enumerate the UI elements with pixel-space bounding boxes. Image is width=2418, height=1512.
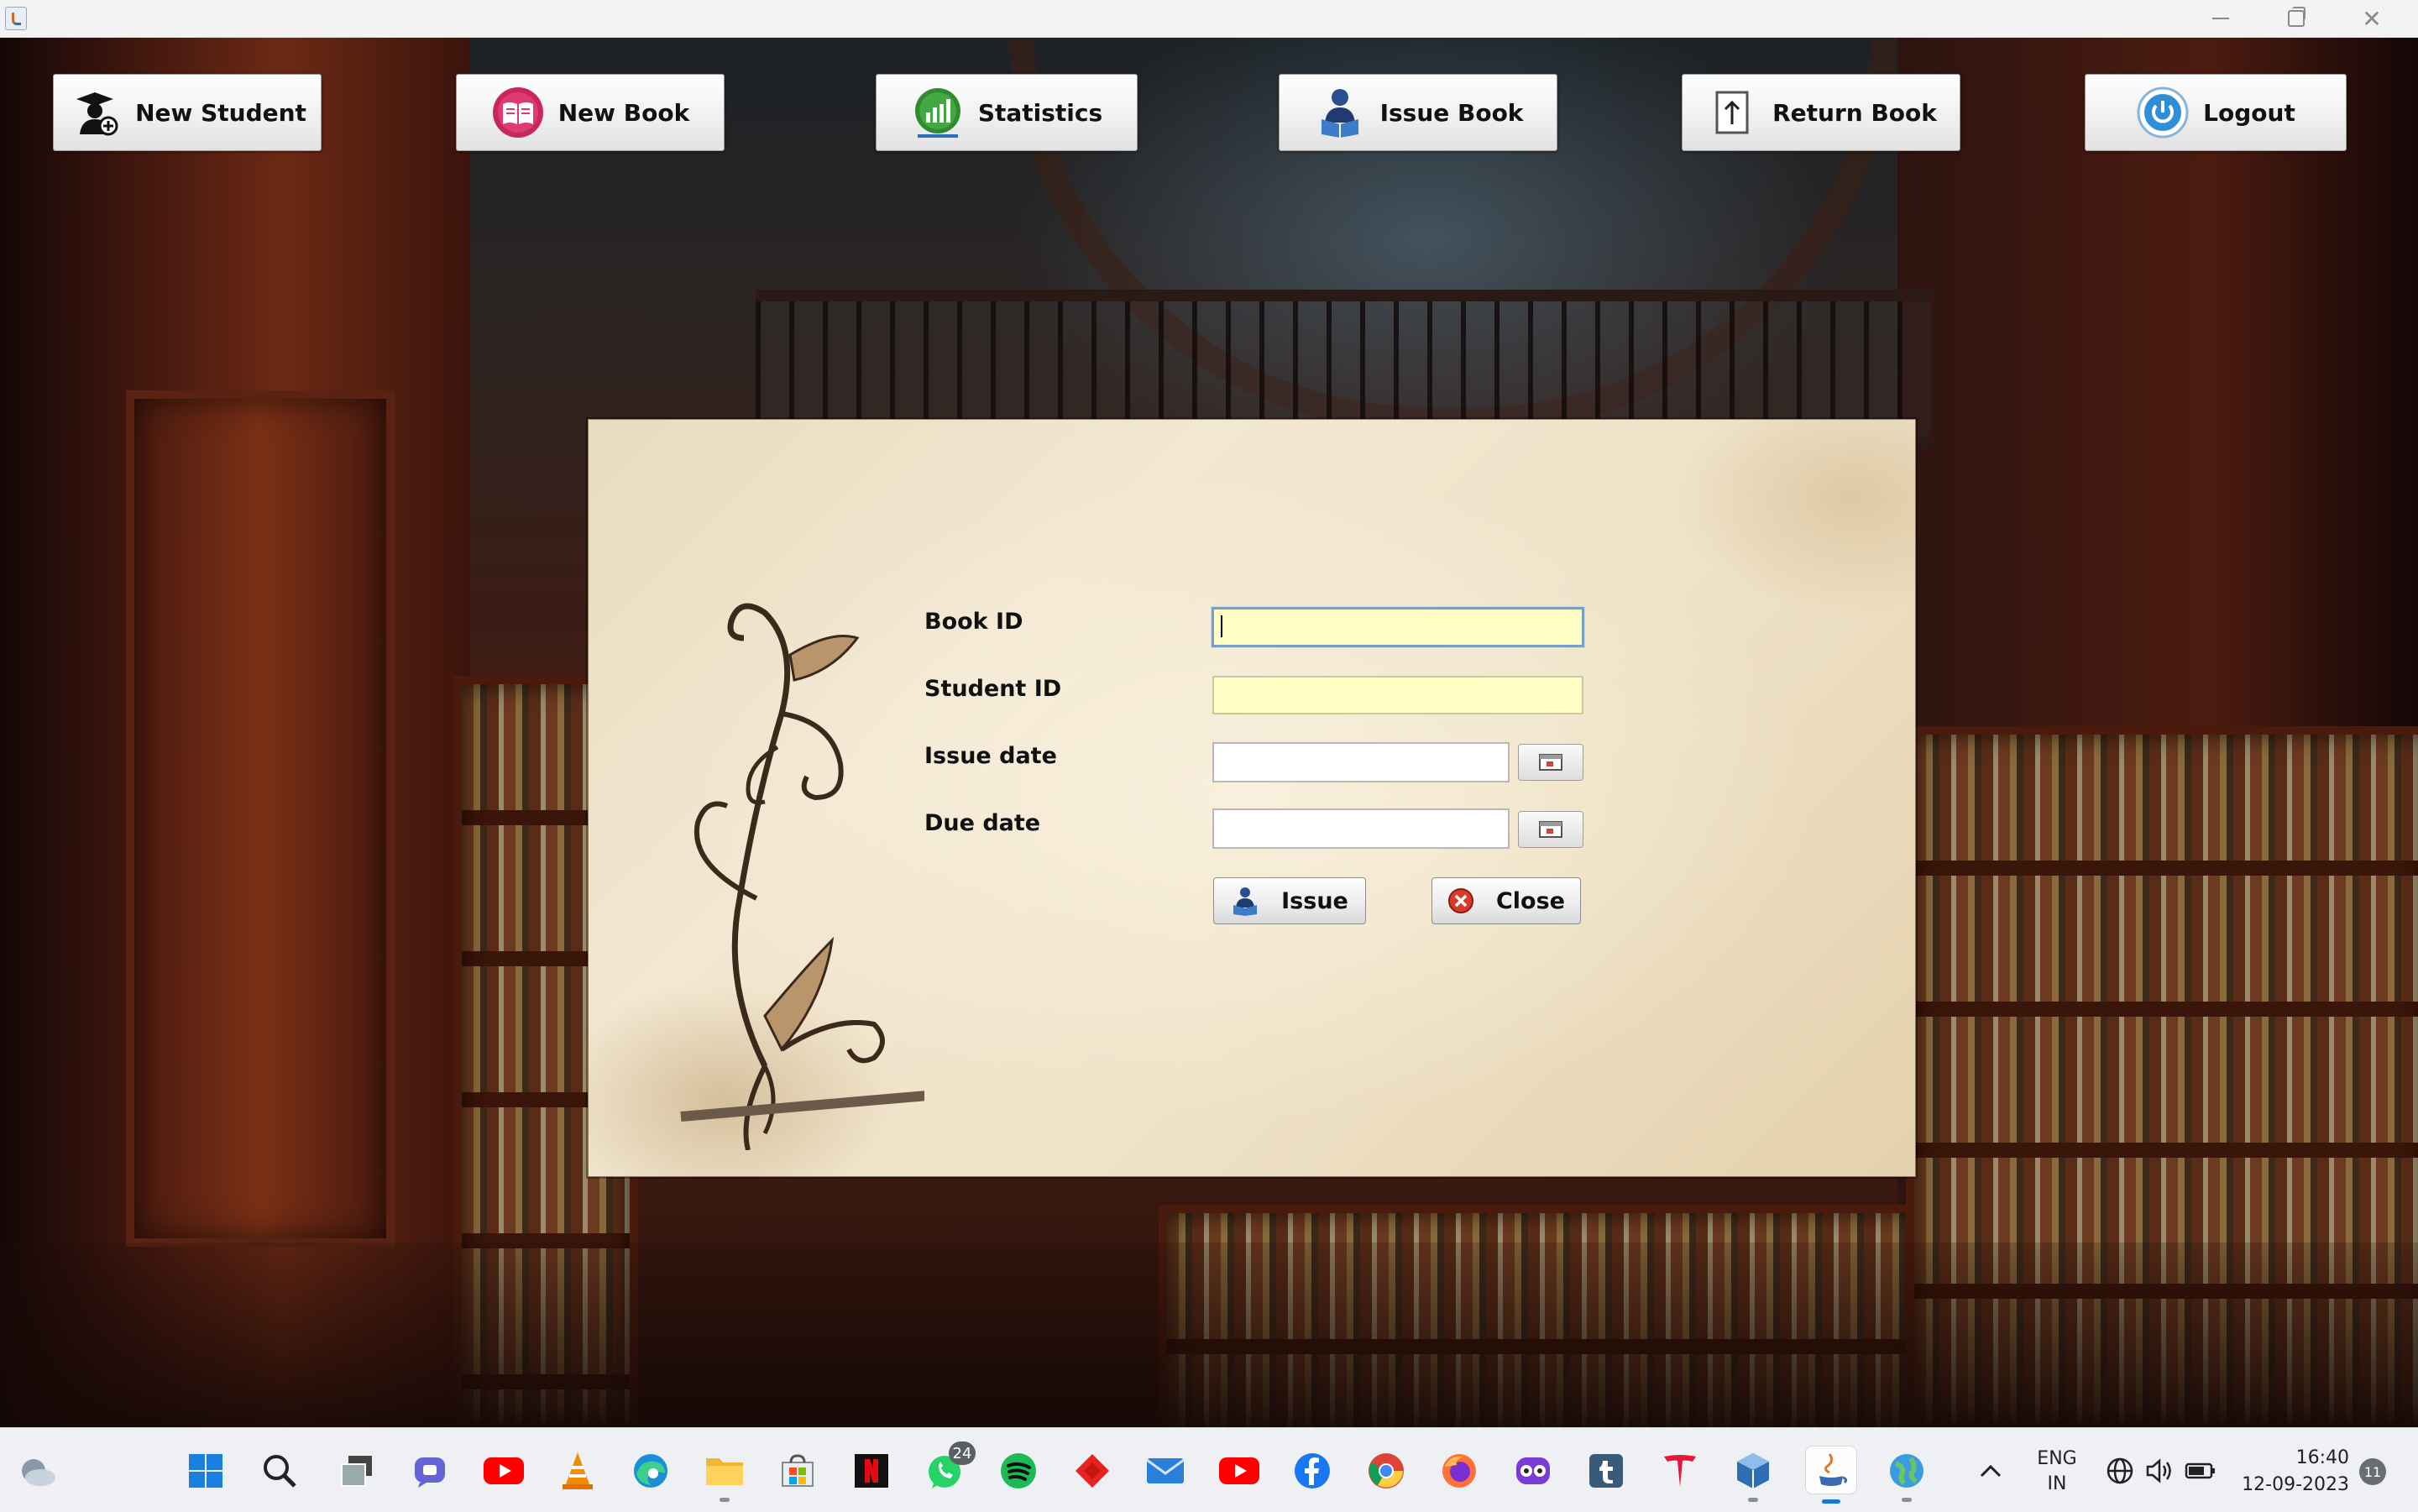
- decorative-flourish: [680, 603, 924, 1150]
- language-indicator[interactable]: ENG IN: [2023, 1447, 2091, 1497]
- close-button[interactable]: Close: [1431, 877, 1581, 924]
- book-id-input[interactable]: [1212, 607, 1584, 647]
- bg-floor: [0, 1243, 2418, 1427]
- virtualbox-icon[interactable]: [1732, 1450, 1774, 1502]
- incognito-mask-icon[interactable]: [1512, 1450, 1554, 1492]
- minimize-button[interactable]: [2183, 0, 2258, 37]
- issue-button[interactable]: Issue: [1213, 877, 1366, 924]
- close-window-button[interactable]: ✕: [2334, 0, 2410, 37]
- student-id-input[interactable]: [1212, 676, 1583, 714]
- clock[interactable]: 16:40 12-09-2023: [2225, 1445, 2359, 1499]
- issue-book-panel: Book ID Student ID Issue date Due date I…: [588, 419, 1916, 1177]
- tumblr-icon[interactable]: [1585, 1450, 1627, 1492]
- student-add-icon: [68, 86, 122, 139]
- whatsapp-badge: 24: [949, 1441, 976, 1465]
- file-explorer-icon[interactable]: [704, 1450, 746, 1502]
- microsoft-store-icon[interactable]: [777, 1450, 819, 1492]
- calendar-icon: [1539, 754, 1562, 771]
- logout-button[interactable]: Logout: [2085, 74, 2347, 151]
- restore-button[interactable]: [2258, 0, 2334, 37]
- issue-book-label: Issue Book: [1379, 98, 1524, 127]
- language-code: ENG: [2037, 1448, 2077, 1469]
- network-icon[interactable]: [2099, 1450, 2141, 1492]
- close-circle-icon: [1447, 888, 1473, 913]
- youtube-icon[interactable]: [483, 1450, 525, 1492]
- book-id-label: Book ID: [924, 609, 1023, 635]
- close-button-label: Close: [1495, 887, 1565, 914]
- whatsapp-icon[interactable]: 24: [924, 1441, 976, 1492]
- return-book-label: Return Book: [1772, 98, 1937, 127]
- student-id-label: Student ID: [924, 676, 1062, 702]
- weather-icon[interactable]: [17, 1450, 59, 1492]
- return-upload-icon: [1705, 86, 1759, 139]
- running-indicator: [720, 1498, 730, 1502]
- teams-chat-icon[interactable]: [409, 1450, 451, 1492]
- search-icon[interactable]: [259, 1450, 301, 1492]
- statistics-button[interactable]: Statistics: [876, 74, 1138, 151]
- start-menu-icon[interactable]: [185, 1450, 227, 1492]
- facebook-icon[interactable]: [1291, 1450, 1333, 1492]
- vlc-icon[interactable]: [557, 1450, 599, 1492]
- spotify-icon[interactable]: [997, 1450, 1039, 1492]
- edge-browser-icon[interactable]: [630, 1450, 672, 1492]
- notification-badge[interactable]: 11: [2359, 1458, 2386, 1485]
- firefox-icon[interactable]: [1438, 1450, 1480, 1492]
- new-book-button[interactable]: New Book: [456, 74, 725, 151]
- due-date-input[interactable]: [1212, 808, 1510, 849]
- running-indicator: [1902, 1498, 1912, 1502]
- volume-icon[interactable]: [2139, 1450, 2181, 1492]
- task-view-icon[interactable]: [336, 1450, 378, 1492]
- chevron-up-icon[interactable]: [1970, 1450, 2012, 1492]
- text-caret: [1221, 615, 1222, 637]
- mail-icon[interactable]: [1144, 1450, 1186, 1492]
- minimize-icon: [2212, 18, 2229, 19]
- return-book-button[interactable]: Return Book: [1682, 74, 1960, 151]
- reader-icon: [1313, 86, 1367, 139]
- clock-time: 16:40: [2295, 1447, 2349, 1468]
- issue-date-input[interactable]: [1212, 742, 1510, 782]
- issue-date-label: Issue date: [924, 743, 1057, 769]
- reader-icon: [1233, 887, 1258, 916]
- java-app-icon: [5, 7, 27, 30]
- battery-icon[interactable]: [2180, 1450, 2222, 1492]
- new-student-button[interactable]: New Student: [53, 74, 322, 151]
- new-book-label: New Book: [557, 98, 690, 127]
- chrome-icon[interactable]: [1365, 1450, 1407, 1492]
- restore-icon: [2288, 7, 2305, 27]
- calendar-icon: [1539, 821, 1562, 838]
- tesla-t-icon[interactable]: [1659, 1450, 1701, 1492]
- issue-date-picker-button[interactable]: [1518, 744, 1583, 781]
- clock-date: 12-09-2023: [2242, 1474, 2349, 1495]
- logout-label: Logout: [2203, 98, 2295, 127]
- new-student-label: New Student: [135, 98, 306, 127]
- book-icon: [491, 86, 545, 139]
- window-titlebar: ✕: [0, 0, 2418, 38]
- netflix-icon[interactable]: [850, 1450, 892, 1492]
- statistics-label: Statistics: [977, 98, 1103, 127]
- running-indicator: [1748, 1498, 1758, 1502]
- due-date-picker-button[interactable]: [1518, 811, 1583, 848]
- active-indicator: [1822, 1499, 1840, 1504]
- close-icon: ✕: [2362, 4, 2382, 33]
- issue-button-label: Issue: [1281, 887, 1348, 914]
- windows-taskbar: 24 ENG IN 16:40 12-09-2023 11: [0, 1427, 2418, 1512]
- power-icon: [2136, 86, 2190, 139]
- bg-wood-panel: [126, 390, 395, 1247]
- statistics-chart-icon: [911, 86, 965, 139]
- issue-book-button[interactable]: Issue Book: [1279, 74, 1557, 151]
- java-app-taskbar-icon[interactable]: [1806, 1447, 1856, 1504]
- globe-app-icon[interactable]: [1886, 1450, 1928, 1502]
- anydesk-icon[interactable]: [1071, 1450, 1113, 1492]
- due-date-label: Due date: [924, 810, 1041, 836]
- youtube-icon[interactable]: [1218, 1450, 1260, 1492]
- region-code: IN: [2047, 1473, 2067, 1494]
